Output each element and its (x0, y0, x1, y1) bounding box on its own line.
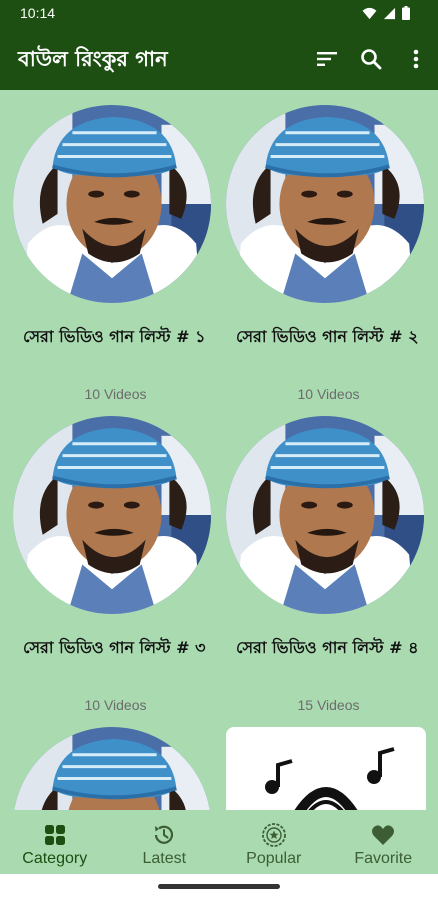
music-card[interactable] (226, 727, 426, 810)
status-time: 10:14 (20, 5, 56, 21)
playlist-thumbnail (13, 727, 211, 810)
playlist-video-count: 10 Videos (84, 697, 147, 713)
category-grid: সেরা ভিডিও গান লিস্ট # ১ 10 Videos সেরা … (0, 90, 438, 810)
nav-popular[interactable]: Popular (219, 810, 329, 874)
status-icons (362, 6, 410, 20)
nav-favorite-label: Favorite (354, 850, 413, 867)
nav-category-label: Category (22, 850, 88, 867)
playlist-title: সেরা ভিডিও গান লিস্ট # ৪ (236, 638, 419, 657)
wifi-icon (362, 7, 377, 19)
signal-icon (383, 7, 396, 19)
overflow-menu-button[interactable] (402, 45, 430, 73)
playlist-title: সেরা ভিডিও গান লিস্ট # ২ (236, 327, 419, 346)
playlist-thumbnail (226, 105, 424, 303)
bottom-navigation: Category Latest Popular Favorite (0, 810, 438, 874)
app-bar: বাউল রিংকুর গান (0, 27, 438, 90)
playlist-video-count: 10 Videos (297, 386, 360, 402)
playlist-video-count: 10 Videos (84, 386, 147, 402)
heart-icon (372, 825, 395, 845)
nav-latest-label: Latest (142, 850, 187, 867)
home-gesture-bar[interactable] (158, 884, 280, 889)
search-button[interactable] (357, 45, 385, 73)
battery-icon (402, 6, 410, 20)
music-notes-icon (265, 747, 395, 810)
badge-star-icon (261, 823, 286, 847)
playlist-thumbnail (13, 105, 211, 303)
app-title: বাউল রিংকুর গান (18, 47, 168, 71)
playlist-title: সেরা ভিডিও গান লিস্ট # ৩ (23, 638, 206, 657)
nav-category[interactable]: Category (0, 810, 110, 874)
more-vert-icon (413, 49, 419, 69)
sort-button[interactable] (313, 45, 341, 73)
history-icon (155, 825, 174, 844)
playlist-video-count: 15 Videos (297, 697, 360, 713)
playlist-thumbnail (226, 416, 424, 614)
grid-icon (44, 825, 65, 845)
system-gesture-area (0, 874, 438, 900)
nav-favorite[interactable]: Favorite (329, 810, 438, 874)
sort-icon (317, 52, 337, 66)
playlist-thumbnail (13, 416, 211, 614)
search-icon (361, 49, 382, 70)
nav-latest[interactable]: Latest (110, 810, 220, 874)
playlist-title: সেরা ভিডিও গান লিস্ট # ১ (23, 327, 206, 346)
status-bar: 10:14 (0, 0, 438, 27)
nav-popular-label: Popular (246, 850, 302, 867)
